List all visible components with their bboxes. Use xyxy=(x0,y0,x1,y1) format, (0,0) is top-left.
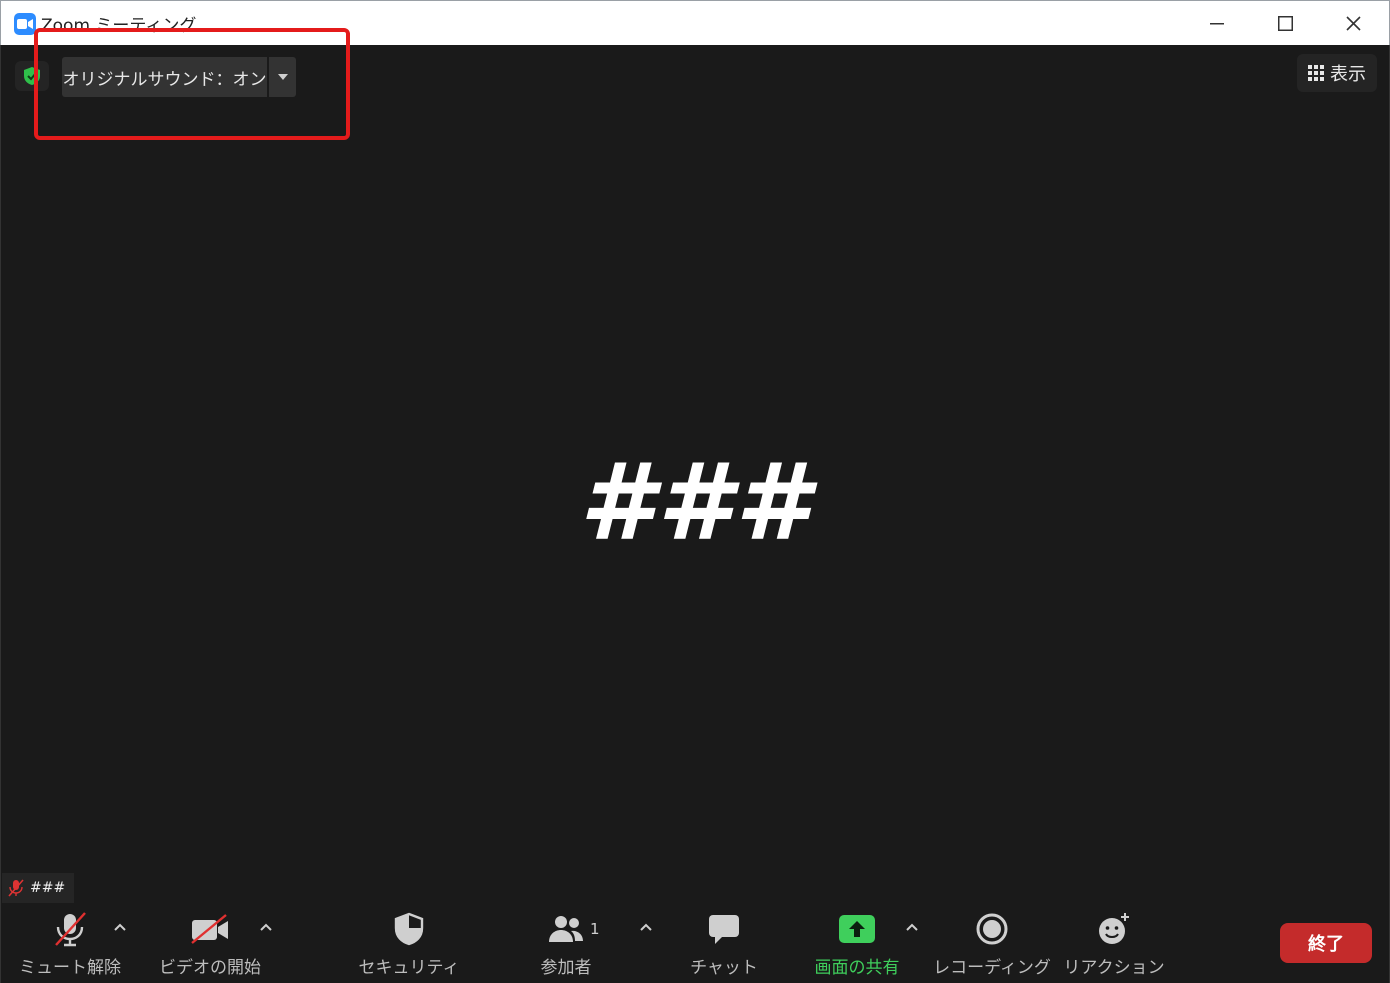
audio-options-caret-icon[interactable] xyxy=(112,921,128,933)
name-tag-label: ### xyxy=(30,880,66,896)
reactions-button[interactable]: リアクション xyxy=(1063,909,1165,979)
grid-icon xyxy=(1308,65,1324,81)
chat-bubble-icon xyxy=(709,915,739,944)
security-shield-icon xyxy=(394,912,424,946)
close-icon xyxy=(1345,16,1361,31)
maximize-icon xyxy=(1277,16,1293,31)
original-sound-dropdown[interactable] xyxy=(269,57,296,97)
participants-label: 参加者 xyxy=(540,958,592,978)
end-meeting-button[interactable]: 終了 xyxy=(1280,923,1372,963)
share-screen-label: 画面の共有 xyxy=(814,958,900,978)
zoom-app-icon xyxy=(14,13,36,35)
video-off-icon xyxy=(191,914,228,944)
reactions-label: リアクション xyxy=(1063,958,1165,978)
minimize-icon xyxy=(1210,22,1224,24)
muted-mic-icon xyxy=(8,879,24,897)
minimize-button[interactable] xyxy=(1183,1,1251,46)
unmute-label: ミュート解除 xyxy=(19,958,121,978)
participants-icon xyxy=(549,916,583,942)
share-screen-icon xyxy=(839,915,875,943)
video-options-caret-icon[interactable] xyxy=(258,921,274,933)
caret-down-icon xyxy=(277,74,288,80)
record-icon xyxy=(976,913,1008,945)
muted-microphone-icon xyxy=(55,912,86,947)
share-options-caret-icon[interactable] xyxy=(904,921,920,933)
unmute-button[interactable]: ミュート解除 xyxy=(19,909,121,979)
meeting-toolbar: ミュート解除 ビデオの開始 セキュリティ 参加者 1 チャット 画面の共有 レコ… xyxy=(0,903,1390,983)
chat-label: チャット xyxy=(690,958,758,978)
participants-options-caret-icon[interactable] xyxy=(638,921,654,933)
share-screen-button[interactable]: 画面の共有 xyxy=(807,909,907,979)
security-button[interactable]: セキュリティ xyxy=(358,909,460,979)
security-label: セキュリティ xyxy=(358,958,460,978)
participant-name-tag: ### xyxy=(2,873,74,903)
close-button[interactable] xyxy=(1319,1,1387,46)
participants-count: 1 xyxy=(590,920,600,938)
maximize-button[interactable] xyxy=(1251,1,1319,46)
chat-button[interactable]: チャット xyxy=(690,909,758,979)
original-sound-button[interactable]: オリジナルサウンド：オン xyxy=(62,57,267,97)
view-button[interactable]: 表示 xyxy=(1297,54,1377,92)
reactions-smiley-icon xyxy=(1099,913,1129,944)
meeting-area: オリジナルサウンド：オン 表示 ### ### xyxy=(0,28,1390,907)
recording-label: レコーディング xyxy=(933,958,1051,978)
start-video-button[interactable]: ビデオの開始 xyxy=(158,909,262,979)
participant-display-name: ### xyxy=(579,441,813,564)
recording-button[interactable]: レコーディング xyxy=(933,909,1051,979)
start-video-label: ビデオの開始 xyxy=(159,958,261,978)
view-label: 表示 xyxy=(1330,64,1366,85)
